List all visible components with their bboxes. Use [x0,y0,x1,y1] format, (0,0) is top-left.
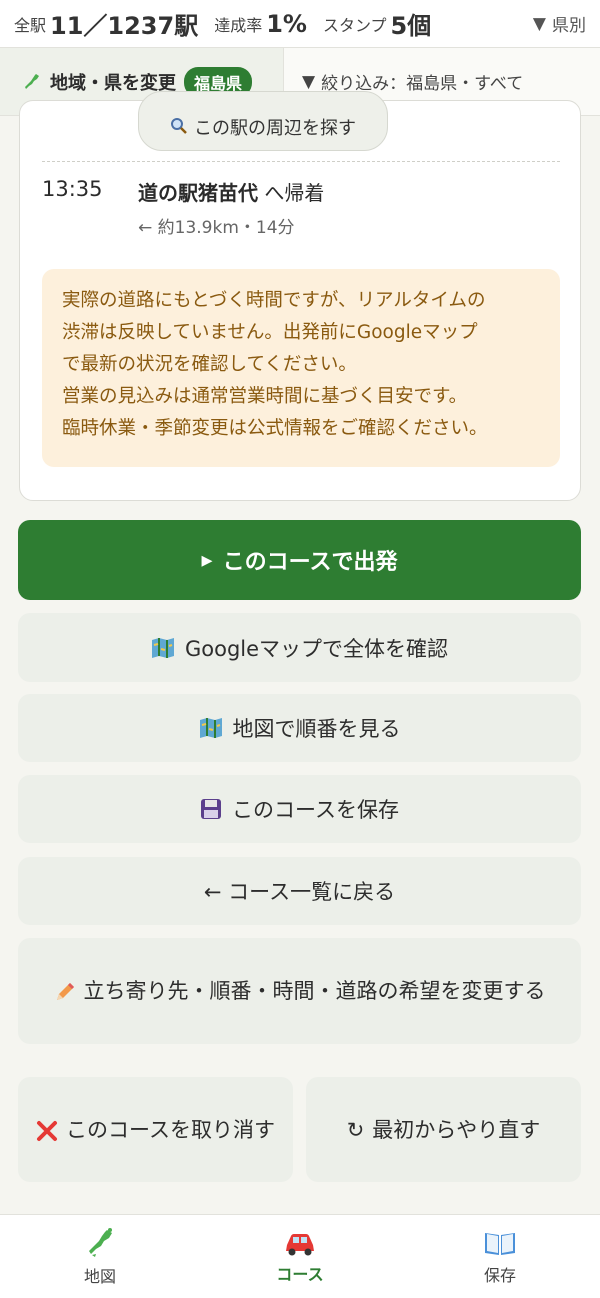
notice-line: 臨時休業・季節変更は公式情報をご確認ください。 [62,418,488,439]
map-order-label: 地図で順番を見る [232,717,401,741]
back-to-list-button[interactable]: ← コース一覧に戻る [18,857,581,925]
cancel-course-text: このコースを取り消す [66,1117,275,1142]
start-course-label: このコースで出発 [222,550,398,575]
change-preferences-label: 立ち寄り先・順番・時間・道路の希望を変更する [54,972,546,1010]
nav-map[interactable]: 地図 [0,1215,200,1298]
arrival-time: 13:35 [42,177,103,201]
divider [42,161,560,162]
car-icon [283,1229,317,1257]
restart-button[interactable]: ↻ 最初からやり直す [306,1077,581,1182]
nav-course-label: コース [276,1264,324,1284]
map-icon [151,637,175,659]
stats-bar: 全駅 11／1237駅 達成率 1% スタンプ 5個 ▼ 県別 [0,0,600,48]
notice-line: 実際の道路にもとづく時間ですが、リアルタイムの [62,290,486,311]
nearby-search-label: この駅の周辺を探す [194,118,356,139]
google-maps-label: Googleマップで全体を確認 [184,636,449,661]
route-card: この駅の周辺を探す 13:35 道の駅猪苗代 へ帰着 ← 約13.9km・14分… [19,91,581,501]
play-triangle-icon: ▸ [201,547,213,573]
nav-saved-label: 保存 [483,1265,516,1285]
rate-value: 1% [266,9,307,38]
notice-line: で最新の状況を確認してください。 [62,354,357,375]
stamp-label: スタンプ [322,15,387,35]
arrival-suffix: へ帰着 [258,181,325,205]
triangle-down-icon: ▼ [532,13,546,34]
nearby-search-button[interactable]: この駅の周辺を探す [138,91,388,151]
magnifier-icon [170,117,188,140]
google-maps-button[interactable]: Googleマップで全体を確認 [18,613,581,682]
save-course-label: このコースを保存 [232,798,399,822]
change-preferences-text: 立ち寄り先・順番・時間・道路の希望を変更する [83,979,546,1003]
japan-map-icon [22,72,42,92]
triangle-down-icon: ▼ [302,71,316,92]
notice-line: 営業の見込みは通常営業時間に基づく目安です。 [62,386,468,407]
restart-label: 最初からやり直す [372,1117,541,1142]
bottom-navigation: 地図 コース 保存 [0,1214,600,1298]
japan-map-icon [84,1227,116,1259]
back-to-list-label: ← コース一覧に戻る [203,880,396,904]
start-course-button[interactable]: ▸ このコースで出発 [18,520,581,600]
arrival-place: 道の駅猪苗代 [138,181,258,205]
nav-saved[interactable]: 保存 [400,1215,600,1298]
notice-line: 渋滞は反映していません。出発前にGoogleマップ [62,322,478,343]
arrival-destination: 道の駅猪苗代 へ帰着 [138,177,324,206]
cancel-course-button[interactable]: このコースを取り消す [18,1077,293,1182]
save-course-button[interactable]: このコースを保存 [18,775,581,843]
rate-label: 達成率 [214,15,263,35]
pencil-icon [54,981,76,1003]
arrival-distance: ← 約13.9km・14分 [138,218,295,238]
change-preferences-button[interactable]: 立ち寄り先・順番・時間・道路の希望を変更する [18,938,581,1044]
pref-toggle[interactable]: ▼ 県別 [532,11,586,37]
cancel-course-label: このコースを取り消す [36,1111,275,1149]
floppy-disk-icon [200,798,222,820]
map-order-button[interactable]: 地図で順番を見る [18,694,581,762]
cross-mark-icon [36,1120,58,1142]
nav-course[interactable]: コース [200,1215,400,1298]
total-label: 全駅 [14,15,47,35]
total-value: 11／1237駅 [50,12,199,40]
pref-toggle-label: 県別 [552,16,586,36]
map-icon [199,717,223,739]
traffic-notice: 実際の道路にもとづく時間ですが、リアルタイムの 渋滞は反映していません。出発前に… [42,269,560,467]
nav-map-label: 地図 [83,1266,116,1286]
reload-icon: ↻ [346,1117,365,1142]
book-icon [483,1228,517,1258]
stamp-value: 5個 [390,12,432,40]
